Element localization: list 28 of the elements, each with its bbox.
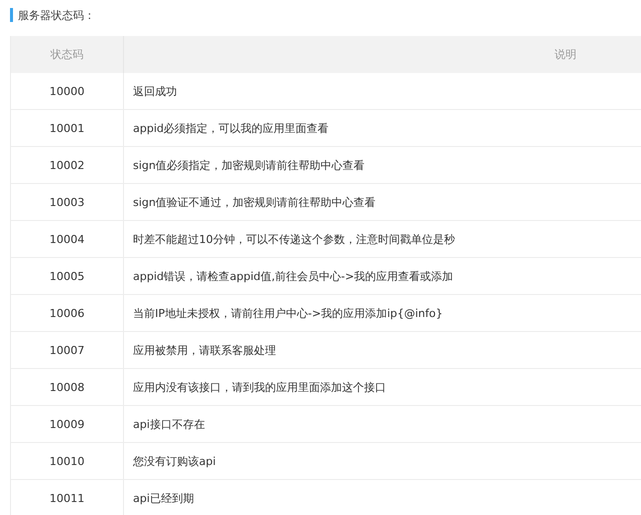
table-cell-text: appid必须指定，可以我的应用里面查看 bbox=[132, 120, 330, 136]
table-cell-text: 您没有订购该api bbox=[132, 454, 217, 470]
table-cell: 10009 bbox=[11, 406, 124, 442]
accent-bar bbox=[10, 8, 13, 22]
table-cell-text: 应用被禁用，请联系客服处理 bbox=[132, 342, 277, 358]
table-cell: 10010 bbox=[11, 443, 124, 479]
table-cell-text: 时差不能超过10分钟，可以不传递这个参数，注意时间戳单位是秒 bbox=[132, 232, 456, 248]
table-cell: 10007 bbox=[11, 332, 124, 368]
table-cell: 10011 bbox=[11, 480, 124, 515]
table-cell: 10003 bbox=[11, 184, 124, 220]
column-header: 说明 bbox=[554, 47, 578, 63]
table-cell: 10000 bbox=[11, 73, 124, 109]
section-title: 服务器状态码： bbox=[18, 8, 95, 22]
table-cell-text: appid错误，请检查appid值,前往会员中心->我的应用查看或添加 bbox=[132, 268, 454, 284]
table-cell-text: api接口不存在 bbox=[132, 416, 206, 432]
table-cell-text: sign值必须指定，加密规则请前往帮助中心查看 bbox=[132, 158, 366, 174]
table-cell-text: sign值验证不通过，加密规则请前往帮助中心查看 bbox=[132, 194, 377, 210]
table-cell: 10006 bbox=[11, 295, 124, 331]
table-cell-text: 应用内没有该接口，请到我的应用里面添加这个接口 bbox=[132, 380, 387, 396]
table-cell: 10004 bbox=[11, 221, 124, 257]
column-header: 状态码 bbox=[11, 36, 124, 73]
table-cell: 10005 bbox=[11, 258, 124, 294]
table-cell-text: api已经到期 bbox=[132, 490, 195, 506]
table-cell-text: 当前IP地址未授权，请前往用户中心->我的应用添加ip{@info} bbox=[132, 306, 444, 322]
table-cell: 10001 bbox=[11, 110, 124, 146]
table-cell-text: 返回成功 bbox=[132, 84, 178, 100]
table-cell: 10002 bbox=[11, 147, 124, 183]
table-cell: 10008 bbox=[11, 369, 124, 405]
